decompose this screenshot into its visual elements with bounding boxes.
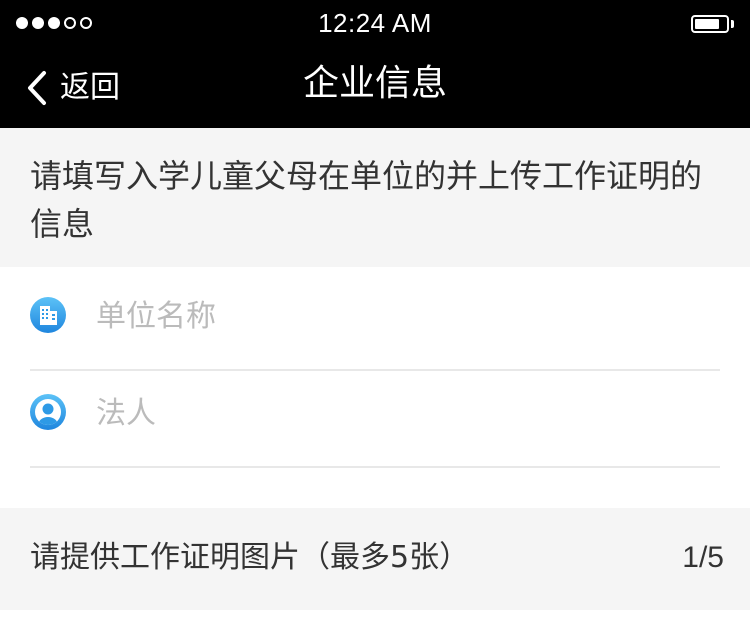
legal-person-input[interactable] bbox=[94, 386, 698, 440]
status-bar: 12:24 AM bbox=[0, 0, 750, 48]
company-name-row bbox=[30, 273, 720, 371]
company-name-input[interactable] bbox=[94, 289, 698, 343]
top-bar: 12:24 AM 返回 企业信息 bbox=[0, 0, 750, 128]
status-time: 12:24 AM bbox=[318, 8, 432, 38]
instruction-banner: 请填写入学儿童父母在单位的并上传工作证明的信息 bbox=[0, 128, 750, 267]
upload-count: 1/5 bbox=[682, 541, 724, 574]
instruction-text: 请填写入学儿童父母在单位的并上传工作证明的信息 bbox=[30, 157, 703, 243]
company-info-form bbox=[0, 267, 750, 507]
page-title: 企业信息 bbox=[302, 63, 447, 104]
legal-person-row bbox=[30, 370, 720, 468]
building-icon bbox=[30, 297, 66, 333]
navigation-bar: 返回 企业信息 bbox=[0, 48, 750, 128]
upload-section[interactable]: 请提供工作证明图片（最多5张） 1/5 bbox=[0, 508, 750, 610]
upload-label: 请提供工作证明图片（最多5张） bbox=[30, 540, 470, 575]
battery-icon bbox=[691, 15, 734, 33]
person-icon bbox=[30, 394, 66, 430]
